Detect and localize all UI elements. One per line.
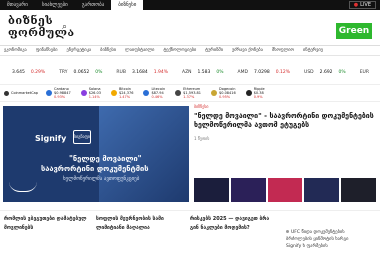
green-ad-banner[interactable]: Green <box>336 23 372 39</box>
coin-item[interactable]: Litecoin $87.94 0.46% <box>139 87 171 99</box>
thumbnail-strip <box>194 178 376 202</box>
thumbnail[interactable] <box>230 178 266 202</box>
article-card[interactable]: სოფლის მეურნეობის სამი ლიმიტიანი მაღალია <box>96 215 164 233</box>
nav-item[interactable]: ეკონომიკა <box>0 46 32 55</box>
bottom-articles: რომლის ვბეგუთები დამატებულ მოვლინებს სოფლ… <box>0 210 380 260</box>
ticker-item: AMD 7.0298 0.12% <box>237 69 291 75</box>
ticker-item: TRY 0.0652 0% <box>59 69 103 75</box>
hero-headline-1: "ნელდე მოვაილი" <box>69 154 142 163</box>
hero-brand: Signify <box>35 134 67 143</box>
main-nav: ეკონომიკა ფინანსები ენერგეტიკა ბიზნესი ლ… <box>0 46 380 56</box>
cardano-icon <box>46 90 53 96</box>
nav-item[interactable]: ინტერვიუ <box>299 46 328 55</box>
tab-home[interactable]: მთავარი <box>0 0 35 10</box>
ticker-item: RUB 3.1684 1.94% <box>116 69 168 75</box>
nav-item[interactable]: მსოფლიო <box>268 46 299 55</box>
tab-entertainment[interactable]: გართობა <box>75 0 112 10</box>
coin-item[interactable]: Solana $26.03 1.14% <box>77 87 107 99</box>
ripple-icon <box>245 90 252 96</box>
thumbnail[interactable] <box>304 178 340 202</box>
article-card[interactable]: რომლის ვბეგუთები დამატებულ მოვლინებს <box>4 215 87 233</box>
bullet-icon <box>286 230 289 233</box>
currency-ticker: 3.645 0.29% TRY 0.0652 0% RUB 3.1684 1.94% AZ… <box>0 66 380 78</box>
live-dot-icon: ● <box>353 2 359 8</box>
tab-business[interactable]: ბიზნესი <box>111 0 144 10</box>
nav-item[interactable]: ტურიზმი <box>201 46 228 55</box>
solana-icon <box>80 90 87 96</box>
hero-headline-3: ხელმოწერილმა ავთოფუნკციებ <box>63 176 140 182</box>
crypto-widget: CoinmarketCap Cardano $0.98847 0.93% Solan… <box>0 84 380 102</box>
nav-item[interactable]: ბიზნესი <box>96 46 121 55</box>
litecoin-icon <box>143 90 150 96</box>
ticker-item: USD 2.692 0% <box>304 69 346 75</box>
nav-item[interactable]: ენერგეტიკა <box>63 46 97 55</box>
signature-graphic <box>9 166 37 192</box>
article-title[interactable]: "ნელდე მოვაილი" - საავრორტინი დოკუმენტებ… <box>194 112 376 130</box>
nav-item[interactable]: ლაიფსტაილი <box>121 46 159 55</box>
hero-headline-2: საავრორტინი დოკუმენტმის <box>41 164 149 173</box>
ticker-item: EUR <box>359 69 369 75</box>
nav-item[interactable]: ფინანსები <box>32 46 63 55</box>
thumbnail[interactable] <box>194 178 229 202</box>
nav-item[interactable]: უძრავი ქონება <box>228 46 268 55</box>
coinmarketcap-logo-icon <box>4 90 9 96</box>
dogecoin-icon <box>211 90 217 96</box>
ticker-item: AZN 1.583 0% <box>181 69 224 75</box>
tv-icon: სიგნაფი <box>73 130 91 144</box>
article-card[interactable]: რისკებს 2025 — დავიგეთ ბრა გინ ნაკლები მო… <box>190 215 269 233</box>
ethereum-icon <box>175 90 182 96</box>
article-time: 1 წუთის <box>194 136 210 141</box>
tab-news[interactable]: სიახლეები <box>35 0 75 10</box>
bitcoin-icon <box>110 90 117 96</box>
thumbnail[interactable] <box>267 178 303 202</box>
coin-item[interactable]: Ripple $0.38 0.9% <box>242 87 271 99</box>
hero-image[interactable]: Signify სიგნაფი "ნელდე მოვაილი" საავრორტ… <box>3 106 189 202</box>
coin-item[interactable]: Cardano $0.98847 0.93% <box>42 87 77 99</box>
sidebar-article[interactable]: UFC წიდა დოკუმენტების ბრძოლების ყინმოტის… <box>286 229 380 250</box>
ticker-item: 3.645 0.29% <box>12 69 46 75</box>
live-label: LIVE <box>360 2 371 8</box>
coin-item[interactable]: Ethereum $1,593.81 1.37% <box>171 87 207 99</box>
header: ბიზნეს ფორმულა ⌕ Green <box>0 10 380 46</box>
thumbnail[interactable] <box>341 178 376 202</box>
search-icon[interactable]: ⌕ <box>62 22 67 32</box>
coin-item[interactable]: Bitcoin $24,376 1.47% <box>107 87 139 99</box>
article-category[interactable]: ბიზნესი <box>194 104 376 109</box>
coinmarketcap-brand[interactable]: CoinmarketCap <box>0 90 42 96</box>
featured-article[interactable]: ბიზნესი "ნელდე მოვაილი" - საავრორტინი დო… <box>194 104 376 141</box>
top-bar: მთავარი სიახლეები გართობა ბიზნესი ● LIVE <box>0 0 380 10</box>
live-button[interactable]: ● LIVE <box>348 1 376 9</box>
nav-item[interactable]: ტექნოლოგიები <box>159 46 201 55</box>
coin-item[interactable]: Dogecoin $0.08416 0.95% <box>207 87 242 99</box>
